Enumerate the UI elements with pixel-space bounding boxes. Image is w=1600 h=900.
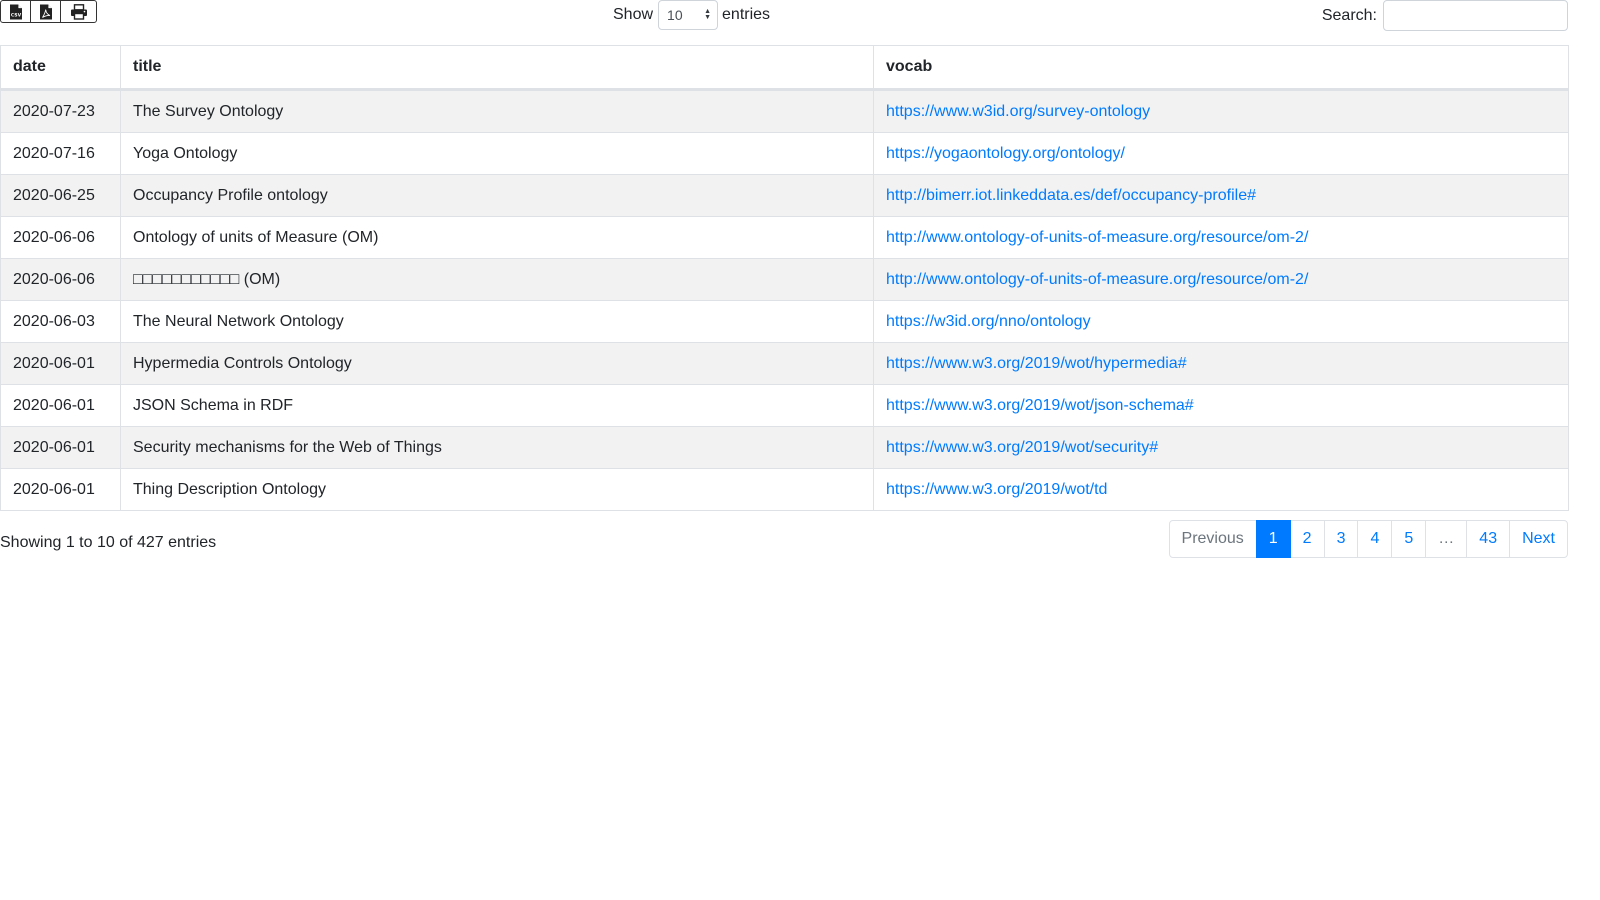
vocab-link[interactable]: http://www.ontology-of-units-of-measure.… <box>886 229 1308 246</box>
cell-title: The Neural Network Ontology <box>120 300 874 343</box>
table-header: date title vocab <box>0 45 1569 91</box>
table-row: 2020-07-16 Yoga Ontology https://yogaont… <box>0 132 1569 175</box>
table-row: 2020-06-01 Thing Description Ontology ht… <box>0 468 1569 511</box>
column-header-date[interactable]: date <box>0 45 121 91</box>
page-button-3[interactable]: 3 <box>1323 520 1359 558</box>
column-header-title[interactable]: title <box>120 45 874 91</box>
csv-file-icon: CSV <box>9 4 22 19</box>
cell-vocab: https://www.w3.org/2019/wot/td <box>873 468 1569 511</box>
search-control: Search: <box>1322 0 1568 31</box>
cell-title: Thing Description Ontology <box>120 468 874 511</box>
cell-date: 2020-06-01 <box>0 468 121 511</box>
cell-title: Ontology of units of Measure (OM) <box>120 216 874 259</box>
pdf-file-icon <box>39 4 52 19</box>
cell-date: 2020-06-06 <box>0 216 121 259</box>
data-table: date title vocab 2020-07-23 The Survey O… <box>0 45 1569 511</box>
vocab-link[interactable]: http://www.ontology-of-units-of-measure.… <box>886 271 1308 288</box>
cell-vocab: https://yogaontology.org/ontology/ <box>873 132 1569 175</box>
cell-vocab: https://www.w3id.org/survey-ontology <box>873 89 1569 133</box>
cell-date: 2020-06-01 <box>0 342 121 385</box>
cell-title: Security mechanisms for the Web of Thing… <box>120 426 874 469</box>
page-button-5[interactable]: 5 <box>1391 520 1427 558</box>
table-info-text: Showing 1 to 10 of 427 entries <box>0 534 217 551</box>
cell-vocab: https://www.w3.org/2019/wot/json-schema# <box>873 384 1569 427</box>
cell-date: 2020-06-01 <box>0 426 121 469</box>
table-row: 2020-06-06 □□□□□□□□□□□ (OM) http://www.o… <box>0 258 1569 301</box>
page-button-1[interactable]: 1 <box>1255 520 1291 558</box>
table-row: 2020-06-01 Security mechanisms for the W… <box>0 426 1569 469</box>
cell-title: Occupancy Profile ontology <box>120 174 874 217</box>
vocab-link[interactable]: https://w3id.org/nno/ontology <box>886 313 1091 330</box>
cell-date: 2020-06-06 <box>0 258 121 301</box>
entries-per-page-value: 10 <box>667 7 683 23</box>
print-icon <box>70 3 87 20</box>
datatable-wrapper: CSV Show 10 ▲ ▼ entries Search: date tit… <box>0 0 1569 900</box>
cell-vocab: https://www.w3.org/2019/wot/hypermedia# <box>873 342 1569 385</box>
table-row: 2020-07-23 The Survey Ontology https://w… <box>0 89 1569 133</box>
cell-title: The Survey Ontology <box>120 89 874 133</box>
page-button-2[interactable]: 2 <box>1289 520 1325 558</box>
vocab-link[interactable]: https://www.w3.org/2019/wot/security# <box>886 439 1158 456</box>
svg-text:CSV: CSV <box>10 12 21 18</box>
cell-vocab: http://www.ontology-of-units-of-measure.… <box>873 216 1569 259</box>
vocab-link[interactable]: https://www.w3id.org/survey-ontology <box>886 103 1150 120</box>
cell-vocab: http://bimerr.iot.linkeddata.es/def/occu… <box>873 174 1569 217</box>
pagination: Previous 1 2 3 4 5 … 43 Next <box>1168 520 1568 558</box>
table-row: 2020-06-01 JSON Schema in RDF https://ww… <box>0 384 1569 427</box>
table-row: 2020-06-01 Hypermedia Controls Ontology … <box>0 342 1569 385</box>
cell-title: □□□□□□□□□□□ (OM) <box>120 258 874 301</box>
pdf-export-button[interactable] <box>31 1 61 22</box>
previous-page-button[interactable]: Previous <box>1168 520 1257 558</box>
page-ellipsis: … <box>1425 520 1468 558</box>
table-controls: CSV Show 10 ▲ ▼ entries Search: <box>0 0 1568 40</box>
vocab-link[interactable]: http://bimerr.iot.linkeddata.es/def/occu… <box>886 187 1256 204</box>
entries-length-control: Show 10 ▲ ▼ entries <box>613 0 770 30</box>
search-label: Search: <box>1321 6 1377 24</box>
cell-date: 2020-06-03 <box>0 300 121 343</box>
cell-date: 2020-07-16 <box>0 132 121 175</box>
select-updown-icon: ▲ ▼ <box>704 8 712 21</box>
cell-title: JSON Schema in RDF <box>120 384 874 427</box>
next-page-button[interactable]: Next <box>1509 520 1568 558</box>
vocab-link[interactable]: https://www.w3.org/2019/wot/hypermedia# <box>886 355 1187 372</box>
column-header-vocab[interactable]: vocab <box>873 45 1569 91</box>
entries-per-page-select[interactable]: 10 ▲ ▼ <box>658 0 719 30</box>
table-body: 2020-07-23 The Survey Ontology https://w… <box>0 89 1569 511</box>
cell-title: Yoga Ontology <box>120 132 874 175</box>
cell-vocab: https://www.w3.org/2019/wot/security# <box>873 426 1569 469</box>
table-row: 2020-06-06 Ontology of units of Measure … <box>0 216 1569 259</box>
page-button-4[interactable]: 4 <box>1357 520 1393 558</box>
page-button-43[interactable]: 43 <box>1466 520 1511 558</box>
cell-vocab: http://www.ontology-of-units-of-measure.… <box>873 258 1569 301</box>
search-input[interactable] <box>1383 0 1568 31</box>
show-label: Show <box>613 6 654 23</box>
csv-export-button[interactable]: CSV <box>1 1 31 22</box>
cell-vocab: https://w3id.org/nno/ontology <box>873 300 1569 343</box>
export-button-group: CSV <box>0 0 97 23</box>
cell-date: 2020-06-25 <box>0 174 121 217</box>
cell-date: 2020-06-01 <box>0 384 121 427</box>
table-row: 2020-06-03 The Neural Network Ontology h… <box>0 300 1569 343</box>
entries-label: entries <box>722 6 771 23</box>
vocab-link[interactable]: https://yogaontology.org/ontology/ <box>886 145 1125 162</box>
header-row: date title vocab <box>0 45 1569 91</box>
print-button[interactable] <box>61 1 96 22</box>
table-row: 2020-06-25 Occupancy Profile ontology ht… <box>0 174 1569 217</box>
cell-title: Hypermedia Controls Ontology <box>120 342 874 385</box>
cell-date: 2020-07-23 <box>0 89 121 133</box>
vocab-link[interactable]: https://www.w3.org/2019/wot/json-schema# <box>886 397 1194 414</box>
vocab-link[interactable]: https://www.w3.org/2019/wot/td <box>886 481 1107 498</box>
